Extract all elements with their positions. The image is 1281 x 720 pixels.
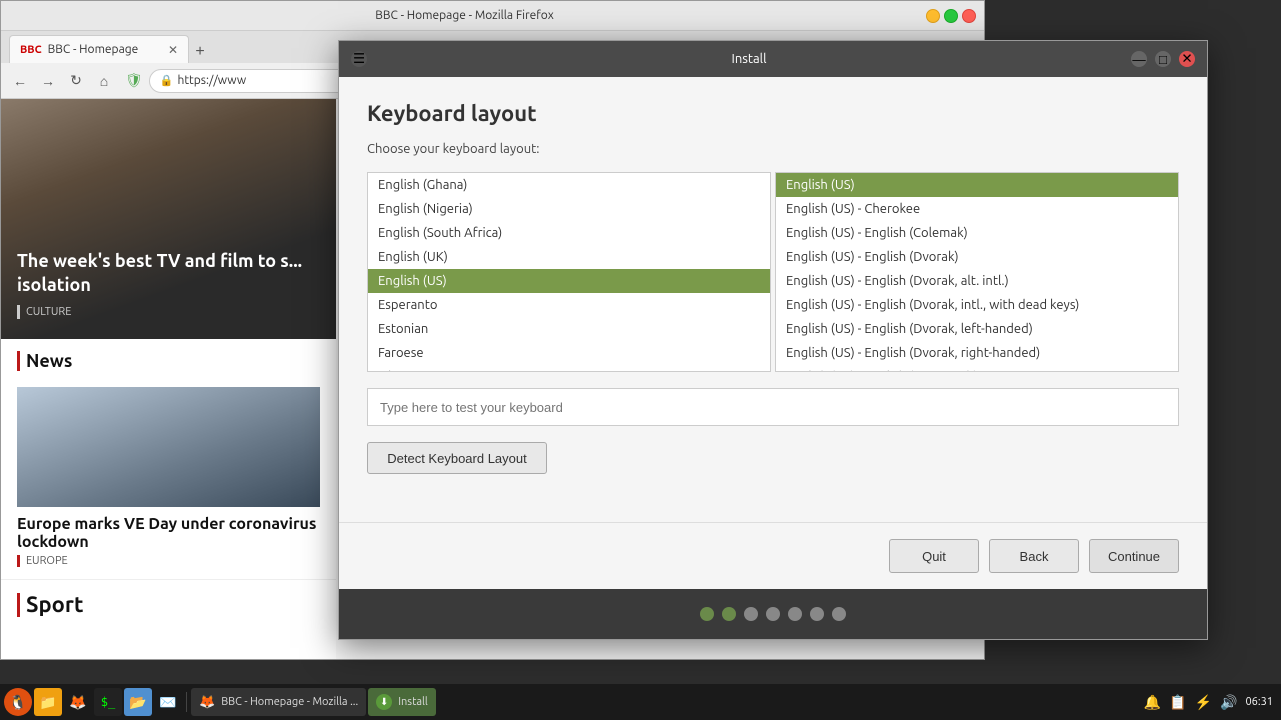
- progress-dot-0: [700, 607, 714, 621]
- progress-dot-2: [744, 607, 758, 621]
- progress-dot-5: [810, 607, 824, 621]
- right-list-item[interactable]: English (US) - English (Dvorak): [776, 245, 1178, 269]
- right-list-item[interactable]: English (US) - English (Dvorak, intl., w…: [776, 293, 1178, 317]
- news-heading: News: [17, 351, 320, 371]
- taskbar-clock: 06:31: [1245, 696, 1273, 708]
- dialog-content: Keyboard layout Choose your keyboard lay…: [339, 77, 1207, 522]
- dialog-title: Install: [375, 52, 1123, 66]
- hero-text: The week's best TV and film to s... isol…: [17, 250, 320, 319]
- right-layout-list[interactable]: English (US)English (US) - CherokeeEngli…: [775, 172, 1179, 372]
- install-dialog: ☰ Install — □ ✕ Keyboard layout Choose y…: [338, 40, 1208, 640]
- taskbar-install-running[interactable]: ⬇ Install: [368, 688, 436, 716]
- sport-heading: Sport: [17, 592, 320, 617]
- left-list-item[interactable]: Faroese: [368, 341, 770, 365]
- hero-tag: CULTURE: [17, 305, 320, 319]
- left-list-item[interactable]: English (South Africa): [368, 221, 770, 245]
- shield-icon: 🛡: [125, 72, 143, 89]
- minimize-button[interactable]: [926, 9, 940, 23]
- right-list-item[interactable]: English (US) - English (Dvorak, right-ha…: [776, 341, 1178, 365]
- left-list-item[interactable]: English (Ghana): [368, 173, 770, 197]
- home-button[interactable]: ⌂: [93, 70, 115, 92]
- taskbar-firefox-running[interactable]: 🦊 BBC - Homepage - Mozilla ...: [191, 688, 366, 716]
- right-list-item[interactable]: English (US): [776, 173, 1178, 197]
- left-layout-list[interactable]: English (Ghana)English (Nigeria)English …: [367, 172, 771, 372]
- continue-button[interactable]: Continue: [1089, 539, 1179, 573]
- forward-button[interactable]: →: [37, 70, 59, 92]
- right-list-item[interactable]: English (US) - English (Macintosh): [776, 365, 1178, 372]
- taskbar-right: 🔔 📋 ⚡ 🔊 06:31: [1144, 694, 1277, 711]
- taskbar: 🐧 📁 🦊 $_ 📂 ✉️ 🦊 BBC - Homepage - Mozilla…: [0, 684, 1281, 720]
- news-title: Europe marks VE Day under coronavirus lo…: [17, 515, 320, 551]
- dialog-titlebar: ☰ Install — □ ✕: [339, 41, 1207, 77]
- taskbar-install-label: Install: [398, 696, 428, 708]
- new-tab-button[interactable]: +: [189, 41, 211, 63]
- progress-dot-4: [788, 607, 802, 621]
- taskbar-ubuntu-icon[interactable]: 🐧: [4, 688, 32, 716]
- progress-dot-3: [766, 607, 780, 621]
- tab-close-icon[interactable]: ✕: [168, 43, 178, 57]
- progress-dot-6: [832, 607, 846, 621]
- taskbar-files-icon[interactable]: 📁: [34, 688, 62, 716]
- dialog-minimize-btn[interactable]: —: [1131, 51, 1147, 67]
- dialog-footer: Quit Back Continue: [339, 522, 1207, 589]
- keyboard-test-input[interactable]: [367, 388, 1179, 426]
- right-list-item[interactable]: English (US) - Cherokee: [776, 197, 1178, 221]
- bbc-content-area: The week's best TV and film to s... isol…: [1, 99, 336, 659]
- news-section-header: News: [1, 339, 336, 375]
- news-image: [17, 387, 320, 507]
- clock-time: 06:31: [1245, 696, 1273, 708]
- browser-titlebar: BBC - Homepage - Mozilla Firefox: [1, 1, 984, 31]
- left-list-item[interactable]: Esperanto: [368, 293, 770, 317]
- layout-lists-container: English (Ghana)English (Nigeria)English …: [367, 172, 1179, 372]
- left-list-item[interactable]: Estonian: [368, 317, 770, 341]
- dialog-heading: Keyboard layout: [367, 101, 1179, 126]
- left-list-item[interactable]: English (Nigeria): [368, 197, 770, 221]
- left-list-item[interactable]: Filipino: [368, 365, 770, 372]
- lock-icon: 🔒: [160, 74, 174, 87]
- volume-icon[interactable]: 🔊: [1220, 694, 1237, 711]
- taskbar-nautilus-icon[interactable]: 📂: [124, 688, 152, 716]
- screenshot-icon[interactable]: 📋: [1169, 694, 1186, 711]
- maximize-button[interactable]: [944, 9, 958, 23]
- power-icon[interactable]: ⚡: [1195, 694, 1212, 711]
- taskbar-thunderbird-icon[interactable]: ✉️: [154, 688, 182, 716]
- news-item[interactable]: Europe marks VE Day under coronavirus lo…: [1, 375, 336, 580]
- taskbar-terminal-icon[interactable]: $_: [94, 688, 122, 716]
- progress-indicator: [339, 589, 1207, 639]
- dialog-close-btn[interactable]: ✕: [1179, 51, 1195, 67]
- dialog-subtitle: Choose your keyboard layout:: [367, 142, 1179, 156]
- close-button[interactable]: [962, 9, 976, 23]
- refresh-button[interactable]: ↻: [65, 70, 87, 92]
- bbc-hero: The week's best TV and film to s... isol…: [1, 99, 336, 339]
- browser-tab[interactable]: BBC BBC - Homepage ✕: [9, 35, 189, 63]
- back-button[interactable]: Back: [989, 539, 1079, 573]
- taskbar-separator: [186, 692, 187, 712]
- dialog-menu-btn[interactable]: ☰: [351, 51, 367, 67]
- dialog-maximize-btn[interactable]: □: [1155, 51, 1171, 67]
- sport-section: Sport: [1, 580, 336, 629]
- notification-icon[interactable]: 🔔: [1144, 694, 1161, 711]
- hero-title: The week's best TV and film to s... isol…: [17, 250, 320, 297]
- progress-dot-1: [722, 607, 736, 621]
- back-button[interactable]: ←: [9, 70, 31, 92]
- detect-layout-button[interactable]: Detect Keyboard Layout: [367, 442, 547, 474]
- quit-button[interactable]: Quit: [889, 539, 979, 573]
- right-list-item[interactable]: English (US) - English (Dvorak, alt. int…: [776, 269, 1178, 293]
- right-list-item[interactable]: English (US) - English (Dvorak, left-han…: [776, 317, 1178, 341]
- url-text: https://www: [177, 74, 246, 87]
- taskbar-firefox-label: BBC - Homepage - Mozilla ...: [221, 696, 358, 708]
- left-list-item[interactable]: English (UK): [368, 245, 770, 269]
- right-list-item[interactable]: English (US) - English (Colemak): [776, 221, 1178, 245]
- tab-title: BBC - Homepage: [48, 43, 139, 56]
- news-tag: EUROPE: [17, 555, 320, 567]
- browser-title: BBC - Homepage - Mozilla Firefox: [9, 9, 920, 22]
- tab-favicon: BBC: [20, 44, 42, 56]
- left-list-item[interactable]: English (US): [368, 269, 770, 293]
- taskbar-firefox-icon[interactable]: 🦊: [64, 688, 92, 716]
